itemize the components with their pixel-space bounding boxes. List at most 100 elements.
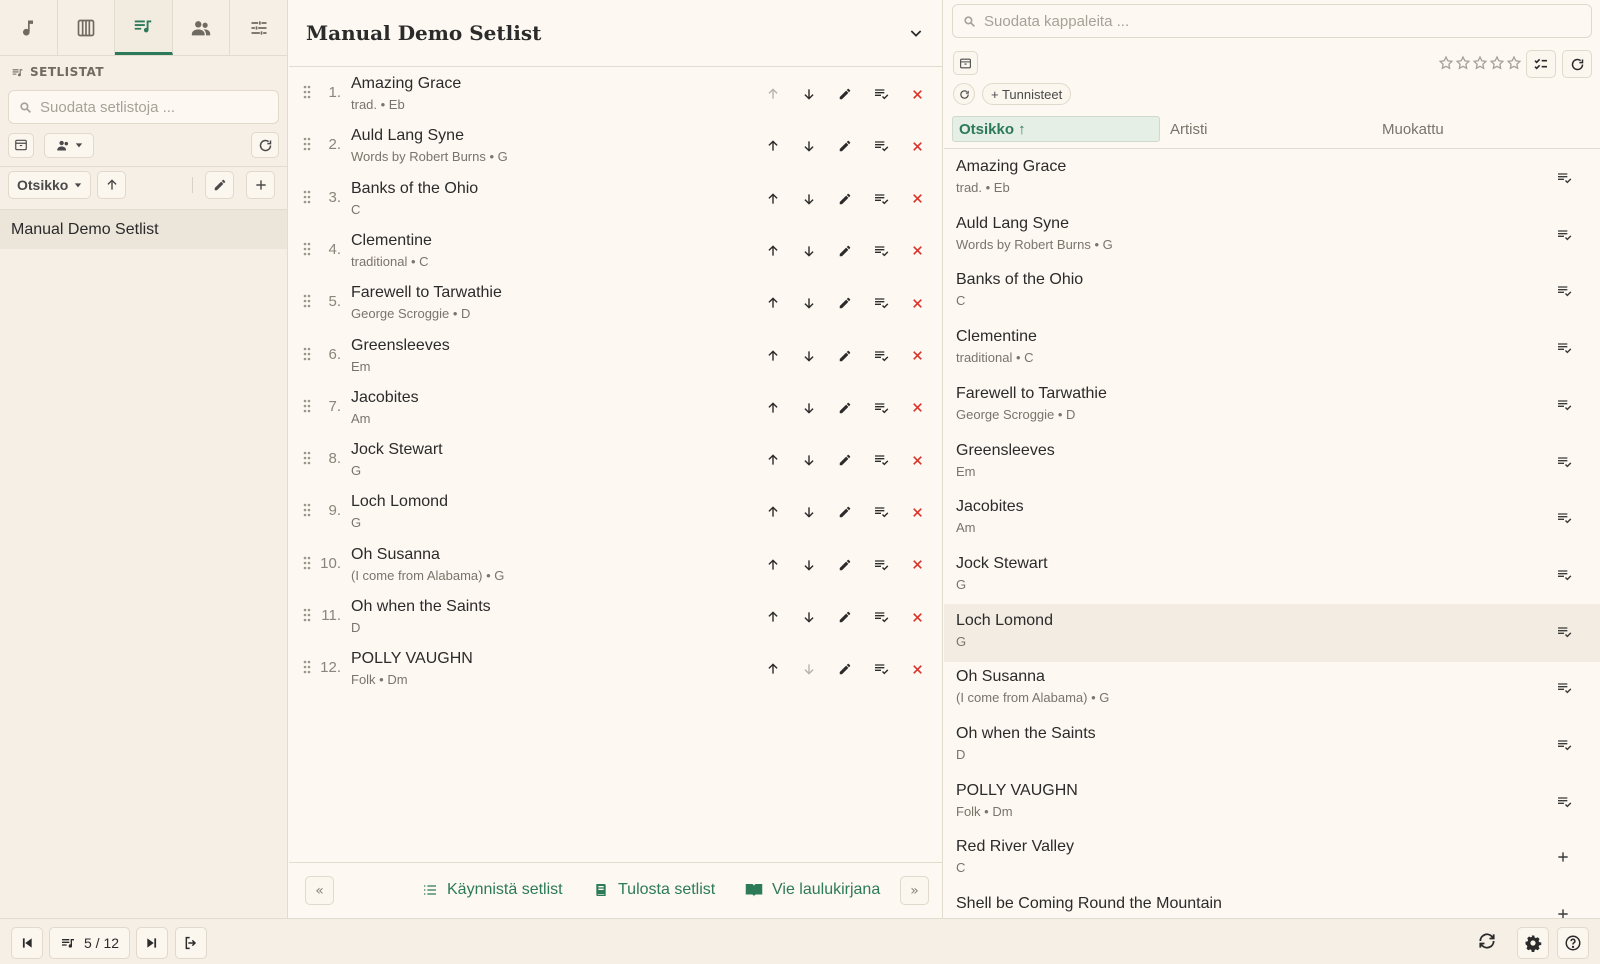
drag-handle-icon[interactable] bbox=[303, 294, 311, 308]
library-song-row[interactable]: Greensleeves Em bbox=[944, 434, 1600, 492]
in-setlist-button[interactable] bbox=[1556, 397, 1572, 417]
collapse-button[interactable] bbox=[908, 25, 924, 41]
queue-song-button[interactable] bbox=[863, 136, 899, 156]
edit-song-button[interactable] bbox=[827, 398, 863, 418]
library-song-row[interactable]: POLLY VAUGHN Folk • Dm bbox=[944, 774, 1600, 832]
move-down-button[interactable] bbox=[791, 398, 827, 418]
sync-button[interactable] bbox=[1477, 931, 1497, 955]
drag-handle-icon[interactable] bbox=[303, 660, 311, 674]
library-song-row[interactable]: Red River Valley C bbox=[944, 830, 1600, 888]
edit-song-button[interactable] bbox=[827, 450, 863, 470]
library-song-row[interactable]: Oh when the Saints D bbox=[944, 717, 1600, 775]
edit-song-button[interactable] bbox=[827, 607, 863, 627]
queue-song-button[interactable] bbox=[863, 189, 899, 209]
drag-handle-icon[interactable] bbox=[303, 137, 311, 151]
setlist-position-button[interactable]: 5 / 12 bbox=[49, 927, 130, 959]
library-song-row[interactable]: Auld Lang Syne Words by Robert Burns • G bbox=[944, 207, 1600, 265]
setlist-song-row[interactable]: 5. Farewell to Tarwathie George Scroggie •… bbox=[289, 276, 943, 329]
remove-song-button[interactable] bbox=[899, 84, 935, 104]
remove-song-button[interactable] bbox=[899, 346, 935, 366]
edit-song-button[interactable] bbox=[827, 136, 863, 156]
setlist-song-row[interactable]: 1. Amazing Grace trad. • Eb bbox=[289, 67, 943, 120]
prev-button[interactable]: « bbox=[305, 876, 334, 905]
remove-song-button[interactable] bbox=[899, 502, 935, 522]
in-setlist-button[interactable] bbox=[1556, 624, 1572, 644]
move-up-button[interactable] bbox=[755, 502, 791, 522]
library-song-row[interactable]: Jock Stewart G bbox=[944, 547, 1600, 605]
move-down-button[interactable] bbox=[791, 555, 827, 575]
drag-handle-icon[interactable] bbox=[303, 451, 311, 465]
edit-song-button[interactable] bbox=[827, 346, 863, 366]
in-setlist-button[interactable] bbox=[1556, 454, 1572, 474]
refresh-button[interactable] bbox=[251, 132, 279, 158]
drag-handle-icon[interactable] bbox=[303, 556, 311, 570]
queue-song-button[interactable] bbox=[863, 450, 899, 470]
archive-button[interactable] bbox=[8, 132, 34, 158]
drag-handle-icon[interactable] bbox=[303, 242, 311, 256]
move-down-button[interactable] bbox=[791, 241, 827, 261]
edit-song-button[interactable] bbox=[827, 502, 863, 522]
export-songbook-button[interactable]: Vie laulukirjana bbox=[745, 881, 880, 899]
in-setlist-button[interactable] bbox=[1556, 283, 1572, 303]
start-setlist-button[interactable]: Käynnistä setlist bbox=[422, 881, 563, 899]
in-setlist-button[interactable] bbox=[1556, 510, 1572, 530]
library-song-row[interactable]: Amazing Grace trad. • Eb bbox=[944, 150, 1600, 208]
tags-button[interactable]: + Tunnisteet bbox=[982, 83, 1072, 105]
queue-song-button[interactable] bbox=[863, 555, 899, 575]
move-up-button[interactable] bbox=[755, 136, 791, 156]
setlist-song-row[interactable]: 2. Auld Lang Syne Words by Robert Burns • … bbox=[289, 119, 943, 172]
move-down-button[interactable] bbox=[791, 293, 827, 313]
drag-handle-icon[interactable] bbox=[303, 347, 311, 361]
first-song-button[interactable] bbox=[11, 927, 43, 959]
setlist-song-row[interactable]: 7. Jacobites Am bbox=[289, 381, 943, 434]
move-down-button[interactable] bbox=[791, 136, 827, 156]
drag-handle-icon[interactable] bbox=[303, 85, 311, 99]
drag-handle-icon[interactable] bbox=[303, 190, 311, 204]
add-to-setlist-button[interactable] bbox=[1556, 850, 1570, 868]
queue-song-button[interactable] bbox=[863, 502, 899, 522]
edit-song-button[interactable] bbox=[827, 659, 863, 679]
library-song-row[interactable]: Banks of the Ohio C bbox=[944, 263, 1600, 321]
edit-song-button[interactable] bbox=[827, 84, 863, 104]
move-down-button[interactable] bbox=[791, 189, 827, 209]
add-to-setlist-button[interactable] bbox=[1556, 907, 1570, 918]
in-setlist-button[interactable] bbox=[1556, 340, 1572, 360]
exit-button[interactable] bbox=[175, 927, 207, 959]
tab-piano[interactable] bbox=[58, 0, 116, 55]
in-setlist-button[interactable] bbox=[1556, 227, 1572, 247]
library-song-row[interactable]: Shell be Coming Round the Mountain bbox=[944, 887, 1600, 918]
drag-handle-icon[interactable] bbox=[303, 608, 311, 622]
move-up-button[interactable] bbox=[755, 189, 791, 209]
remove-song-button[interactable] bbox=[899, 189, 935, 209]
remove-song-button[interactable] bbox=[899, 450, 935, 470]
edit-song-button[interactable] bbox=[827, 555, 863, 575]
queue-song-button[interactable] bbox=[863, 241, 899, 261]
column-artist[interactable]: Artisti bbox=[1164, 116, 1372, 142]
in-setlist-button[interactable] bbox=[1556, 680, 1572, 700]
library-song-row[interactable]: Clementine traditional • C bbox=[944, 320, 1600, 378]
in-setlist-button[interactable] bbox=[1556, 737, 1572, 757]
remove-song-button[interactable] bbox=[899, 136, 935, 156]
queue-song-button[interactable] bbox=[863, 659, 899, 679]
move-up-button[interactable] bbox=[755, 293, 791, 313]
edit-song-button[interactable] bbox=[827, 189, 863, 209]
setlist-song-row[interactable]: 10. Oh Susanna (I come from Alabama) • G bbox=[289, 538, 943, 591]
tab-setlists[interactable] bbox=[115, 0, 173, 55]
remove-song-button[interactable] bbox=[899, 293, 935, 313]
setlist-song-row[interactable]: 11. Oh when the Saints D bbox=[289, 590, 943, 643]
edit-song-button[interactable] bbox=[827, 293, 863, 313]
queue-song-button[interactable] bbox=[863, 84, 899, 104]
move-down-button[interactable] bbox=[791, 607, 827, 627]
print-setlist-button[interactable]: Tulosta setlist bbox=[593, 881, 715, 899]
refresh-button[interactable] bbox=[1562, 50, 1592, 78]
move-up-button[interactable] bbox=[755, 241, 791, 261]
move-up-button[interactable] bbox=[755, 346, 791, 366]
queue-song-button[interactable] bbox=[863, 607, 899, 627]
next-song-button[interactable] bbox=[136, 927, 168, 959]
setlist-song-row[interactable]: 12. POLLY VAUGHN Folk • Dm bbox=[289, 642, 943, 695]
help-button[interactable] bbox=[1557, 927, 1589, 959]
settings-button[interactable] bbox=[1517, 927, 1549, 959]
song-filter[interactable] bbox=[952, 4, 1592, 38]
remove-song-button[interactable] bbox=[899, 241, 935, 261]
reset-filters-button[interactable] bbox=[953, 83, 975, 105]
